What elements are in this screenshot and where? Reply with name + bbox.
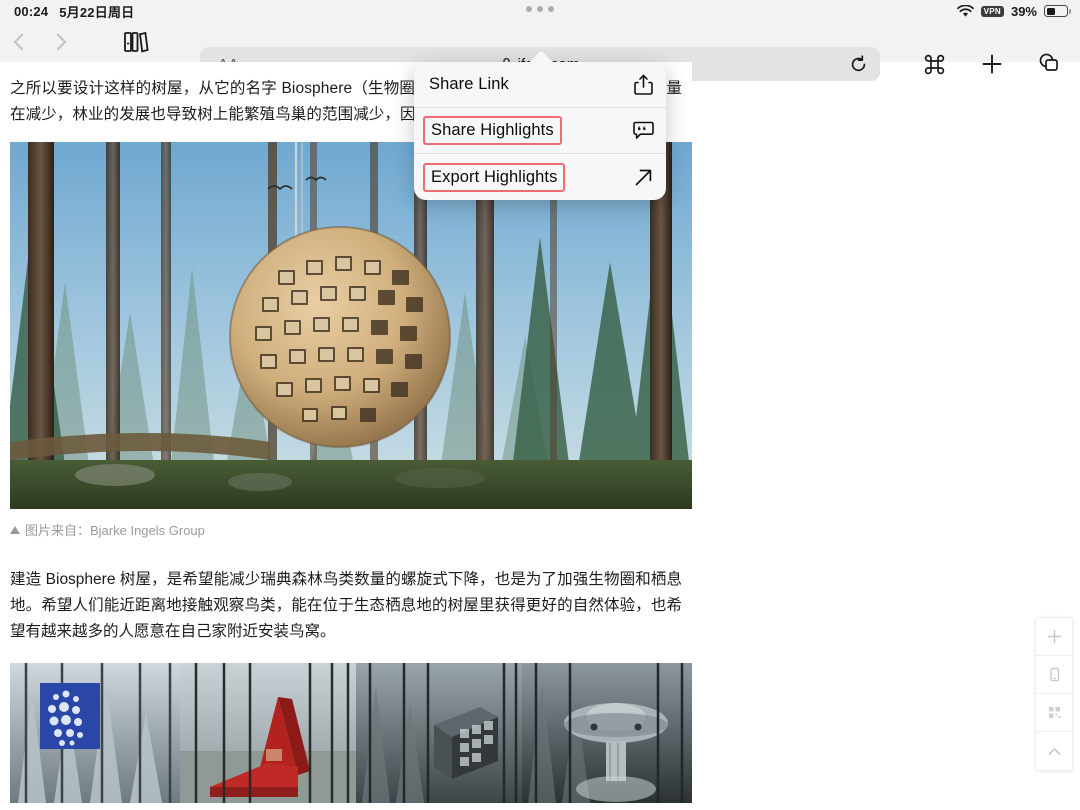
battery-icon [1044,5,1071,17]
command-icon [923,53,946,76]
quote-bubble-icon [632,120,654,142]
menu-item-export-highlights[interactable]: Export Highlights [414,154,666,200]
menu-item-share-highlights[interactable]: Share Highlights [414,108,666,154]
chevron-left-icon [13,33,31,51]
date-label: 5月22日周日 [59,4,135,20]
article-paragraph-bottom: 建造 Biosphere 树屋，是希望能减少瑞典森林鸟类数量的螺旋式下降，也是为… [10,571,682,640]
image-credit-text: 图片来自：Bjarke Ingels Group [25,523,205,538]
menu-item-share-link[interactable]: Share Link [414,62,666,108]
back-button[interactable] [0,25,40,59]
command-button[interactable] [918,48,950,80]
handle-dot [548,6,554,12]
three-dot-handle[interactable] [526,6,554,12]
vpn-badge: VPN [980,5,1004,17]
reload-icon [849,54,868,74]
bookmarks-button[interactable] [114,25,158,59]
qrcode-icon [1046,704,1063,721]
side-qrcode-button[interactable] [1036,694,1072,732]
wifi-icon [956,4,974,18]
battery-percent: 39% [1010,3,1037,19]
mobile-icon [1046,666,1063,683]
menu-item-label: Share Highlights [423,116,562,145]
floating-side-toolbar [1035,617,1073,771]
image-credit: 图片来自：Bjarke Ingels Group [10,520,682,539]
books-icon [123,30,149,54]
side-plus-button[interactable] [1036,618,1072,656]
share-icon [632,74,654,96]
triangle-marker-icon [10,525,20,534]
chevron-up-icon [1046,743,1063,760]
menu-item-label: Share Link [429,75,509,93]
handle-dot [526,6,532,12]
tabs-icon [1037,53,1061,75]
share-popup-menu: Share Link Share Highlights Export Highl… [414,62,666,200]
status-bar-left: 00:24 5月22日周日 [0,2,134,21]
plus-icon [1046,628,1063,645]
side-mobile-view-button[interactable] [1036,656,1072,694]
handle-dot [537,6,543,12]
status-bar: 00:24 5月22日周日 VPN 39% [0,0,1080,22]
plus-icon [981,53,1003,75]
arrow-up-right-icon [632,166,654,188]
reload-button[interactable] [844,50,872,78]
treehotel-collage-image[interactable] [10,663,692,803]
collage-illustration [10,663,692,803]
side-scroll-top-button[interactable] [1036,732,1072,770]
new-tab-button[interactable] [976,48,1008,80]
clock: 00:24 [14,3,49,19]
forward-button[interactable] [40,25,80,59]
chevron-right-icon [49,33,67,51]
show-tabs-button[interactable] [1033,48,1065,80]
menu-item-label: Export Highlights [423,162,566,192]
status-bar-right: VPN 39% [956,0,1071,22]
tablet-screen: 00:24 5月22日周日 VPN 39% 之所以要设计这样的树屋，从它的名字 … [0,0,1080,810]
